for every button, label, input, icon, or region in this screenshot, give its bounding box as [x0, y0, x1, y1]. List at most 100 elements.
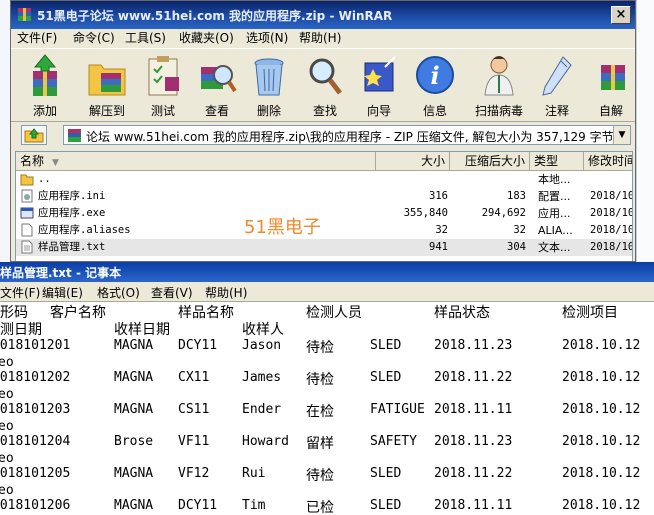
menu-favorites[interactable]: 收藏夹(O) — [179, 29, 234, 46]
header-receiver: 收样人 — [242, 322, 284, 338]
sfx-button[interactable]: 自解 — [585, 51, 635, 119]
cell-inspector: Ender — [242, 402, 282, 417]
delete-label: 删除 — [256, 104, 281, 118]
pen-icon — [542, 56, 572, 96]
scan-virus-button[interactable]: 扫描病毒 — [473, 51, 525, 119]
cell-client: MAGNA — [114, 498, 154, 513]
cell-wrap: eo — [0, 387, 14, 402]
archive-icon — [68, 129, 81, 142]
header-item: 检测项目 — [562, 305, 618, 321]
menu-view[interactable]: 查看(V) — [151, 284, 193, 301]
file-packed-size: 304 — [507, 241, 526, 253]
file-row[interactable]: 应用程序.ini 316 183 配置... 2018/10/2 — [16, 188, 632, 205]
application-icon — [20, 207, 34, 219]
cell-date1: 2018.11.22 — [434, 466, 513, 481]
column-modified[interactable]: 修改时间 — [584, 152, 632, 170]
winrar-titlebar[interactable]: 51黑电子论坛 www.51hei.com 我的应用程序.zip - WinRA… — [11, 1, 635, 29]
folder-icon — [20, 174, 34, 186]
cell-item: FATIGUE — [370, 402, 425, 417]
winrar-title: 51黑电子论坛 www.51hei.com 我的应用程序.zip - WinRA… — [37, 9, 393, 23]
file-name: .. — [38, 173, 51, 185]
comment-button[interactable]: 注释 — [531, 51, 583, 119]
watermark: 51黑电子 — [244, 217, 321, 238]
column-packed[interactable]: 压缩后大小 — [450, 152, 530, 170]
address-bar: 论坛 www.51hei.com 我的应用程序.zip\我的应用程序 - ZIP… — [15, 123, 633, 147]
file-packed-size: 183 — [507, 190, 526, 202]
file-row[interactable]: 应用程序.aliases 32 32 ALIA... 2018/10/2 — [16, 222, 632, 239]
file-name: 应用程序.exe — [38, 207, 106, 219]
column-size[interactable]: 大小 — [376, 152, 450, 170]
sort-arrow-icon: ▼ — [52, 158, 59, 168]
info-button[interactable]: i 信息 — [409, 51, 461, 119]
cell-item: SLED — [370, 370, 402, 385]
cell-client: MAGNA — [114, 370, 154, 385]
header-client: 客户名称 — [50, 305, 106, 321]
winrar-menubar: 文件(F) 命令(C) 工具(S) 收藏夹(O) 选项(N) 帮助(H) — [11, 29, 635, 47]
menu-file[interactable]: 文件(F) — [0, 284, 40, 301]
wizard-button[interactable]: 向导 — [353, 51, 405, 119]
cell-item: SLED — [370, 338, 402, 353]
test-button[interactable]: 测试 — [137, 51, 189, 119]
svg-text:i: i — [430, 61, 439, 90]
file-packed-size: 294,692 — [481, 207, 526, 219]
sfx-label: 自解 — [598, 104, 623, 118]
close-button[interactable]: × — [611, 6, 631, 24]
cell-date2: 2018.10.12 — [562, 370, 641, 385]
file-name: 样品管理.txt — [38, 241, 106, 253]
cell-barcode: 2018101206 — [0, 498, 71, 513]
wizard-icon — [364, 56, 396, 92]
cell-barcode: 2018101201 — [0, 338, 71, 353]
column-name[interactable]: 名称 ▼ — [16, 152, 376, 170]
menu-command[interactable]: 命令(C) — [73, 29, 115, 46]
cell-client: MAGNA — [114, 466, 154, 481]
up-folder-button[interactable] — [21, 125, 47, 145]
file-row[interactable]: 应用程序.exe 355,840 294,692 应用... 2018/10/2 — [16, 205, 632, 222]
cell-status: 待检 — [306, 372, 334, 388]
file-row-selected[interactable]: 样品管理.txt 941 304 文本... 2018/10/2 — [16, 239, 632, 256]
delete-button[interactable]: 删除 — [243, 51, 295, 119]
file-list: 名称 ▼ 大小 压缩后大小 类型 修改时间 .. 本地... 应用程序.ini 3… — [15, 151, 633, 261]
cell-status: 已检 — [306, 500, 334, 515]
find-button[interactable]: 查找 — [299, 51, 351, 119]
add-button[interactable]: 添加 — [19, 51, 71, 119]
menu-tools[interactable]: 工具(S) — [125, 29, 166, 46]
column-type[interactable]: 类型 — [530, 152, 584, 170]
cell-inspector: Rui — [242, 466, 266, 481]
menu-options[interactable]: 选项(N) — [246, 29, 288, 46]
notepad-title: 样品管理.txt - 记事本 — [0, 266, 122, 280]
self-extract-icon — [601, 65, 625, 90]
file-modified: 2018/10/2 — [590, 224, 632, 236]
header-status: 样品状态 — [434, 305, 490, 321]
text-file-icon — [21, 240, 33, 254]
cell-status: 待检 — [306, 468, 334, 484]
cell-wrap: eo — [0, 451, 14, 466]
cell-client: MAGNA — [114, 402, 154, 417]
notepad-titlebar[interactable]: 样品管理.txt - 记事本 — [0, 262, 654, 282]
extract-to-button[interactable]: 解压到 — [81, 51, 133, 119]
header-inspector: 检测人员 — [306, 305, 362, 321]
menu-format[interactable]: 格式(O) — [97, 284, 140, 301]
menu-file[interactable]: 文件(F) — [17, 29, 57, 46]
path-text: 论坛 www.51hei.com 我的应用程序.zip\我的应用程序 - ZIP… — [86, 130, 614, 144]
file-size: 355,840 — [403, 207, 448, 219]
cell-date1: 2018.11.11 — [434, 402, 513, 417]
generic-file-icon — [21, 223, 33, 237]
file-size: 316 — [429, 190, 448, 202]
menu-edit[interactable]: 编辑(E) — [42, 284, 83, 301]
trash-can-icon — [254, 58, 284, 96]
cell-item: SLED — [370, 498, 402, 513]
menu-help[interactable]: 帮助(H) — [299, 29, 341, 46]
cell-date1: 2018.11.11 — [434, 498, 513, 513]
view-button[interactable]: 查看 — [191, 51, 243, 119]
file-type: 应用... — [538, 207, 571, 220]
cell-status: 在检 — [306, 404, 334, 420]
dropdown-arrow-icon[interactable]: ▼ — [613, 126, 630, 144]
info-icon: i — [416, 56, 454, 94]
file-type: 本地... — [538, 173, 571, 186]
add-archive-icon — [33, 54, 57, 96]
notepad-text-area[interactable]: 条形码 客户名称 样品名称 检测人员 样品状态 检测项目 检测日期 收样日期 收… — [0, 302, 654, 515]
file-packed-size: 32 — [513, 224, 526, 236]
path-combobox[interactable]: 论坛 www.51hei.com 我的应用程序.zip\我的应用程序 - ZIP… — [63, 125, 631, 145]
file-row[interactable]: .. 本地... — [16, 171, 632, 188]
menu-help[interactable]: 帮助(H) — [205, 284, 247, 301]
